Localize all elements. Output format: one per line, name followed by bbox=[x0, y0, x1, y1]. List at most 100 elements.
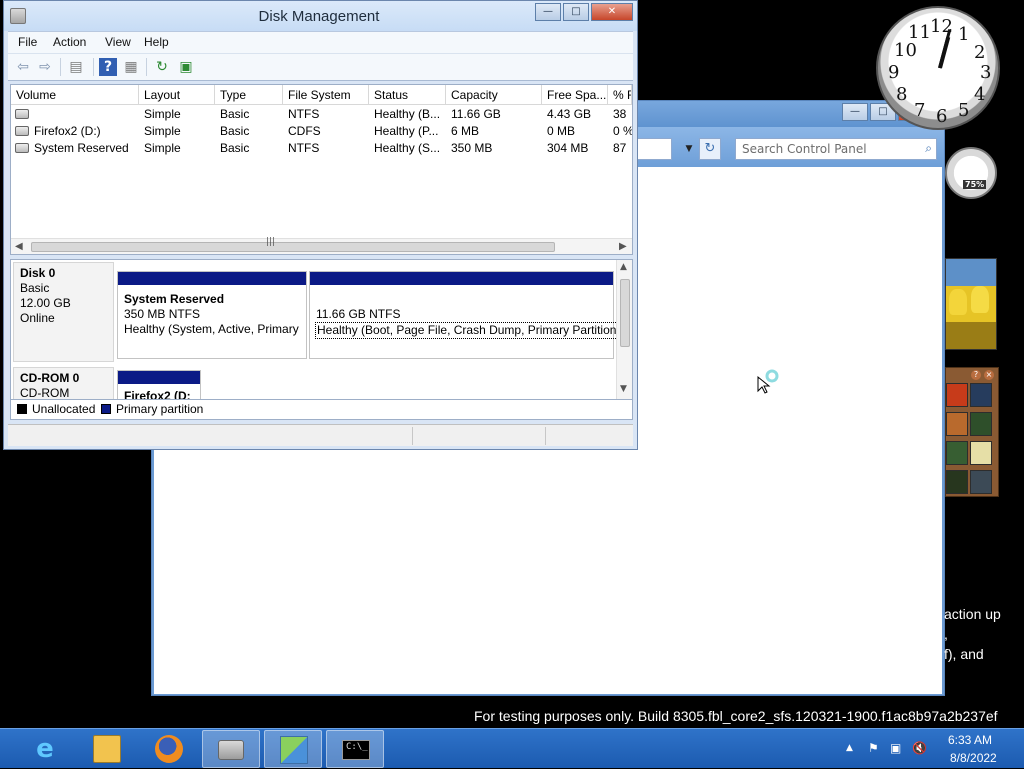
minimize-button[interactable]: — bbox=[842, 103, 868, 121]
disk-management-window: Disk Management — □ ✕ File Action View H… bbox=[3, 0, 638, 450]
refresh-icon[interactable]: ↻ bbox=[699, 138, 721, 160]
table-row[interactable]: Simple Basic NTFS Healthy (B... 11.66 GB… bbox=[11, 106, 632, 123]
close-icon[interactable]: × bbox=[984, 370, 994, 380]
cell-status: Healthy (S... bbox=[374, 141, 441, 155]
column-layout[interactable]: Layout bbox=[139, 85, 215, 105]
puzzle-tile[interactable] bbox=[946, 383, 968, 407]
column-capacity[interactable]: Capacity bbox=[446, 85, 542, 105]
column-percent-free[interactable]: % F bbox=[608, 85, 632, 105]
puzzle-tile[interactable] bbox=[970, 470, 992, 494]
refresh-icon[interactable]: ↻ bbox=[153, 58, 171, 76]
properties-icon[interactable]: ▦ bbox=[122, 58, 140, 76]
partition-firefox2[interactable]: Firefox2 (D: bbox=[117, 370, 201, 399]
volume-drive-icon bbox=[15, 143, 29, 153]
partition-title: System Reserved bbox=[124, 292, 225, 306]
volume-muted-icon[interactable]: 🔇 bbox=[912, 741, 927, 755]
clock-gadget[interactable]: 12 1 2 3 4 5 6 7 8 9 10 11 bbox=[876, 6, 1000, 130]
maximize-button[interactable]: □ bbox=[563, 3, 589, 21]
background-text-line: action up bbox=[944, 606, 1001, 622]
menu-file[interactable]: File bbox=[18, 35, 37, 49]
clock-number: 9 bbox=[888, 62, 900, 83]
vertical-scrollbar[interactable]: ▲ ▼ bbox=[616, 260, 632, 399]
puzzle-tile[interactable] bbox=[946, 412, 968, 436]
taskbar-file-explorer[interactable] bbox=[78, 730, 136, 768]
clock-number: 4 bbox=[974, 84, 986, 105]
control-panel-icon bbox=[280, 736, 308, 764]
column-status[interactable]: Status bbox=[369, 85, 446, 105]
scroll-grip-icon: ||| bbox=[266, 237, 276, 247]
legend-primary-partition: Primary partition bbox=[116, 402, 204, 416]
menu-bar: File Action View Help bbox=[8, 31, 633, 53]
disk-0-label[interactable]: Disk 0 Basic 12.00 GB Online bbox=[13, 262, 114, 362]
action-center-flag-icon[interactable]: ⚑ bbox=[868, 741, 879, 755]
column-volume[interactable]: Volume bbox=[11, 85, 139, 105]
show-hidden-icons-icon[interactable]: ▲ bbox=[846, 743, 853, 753]
volume-list[interactable]: Volume Layout Type File System Status Ca… bbox=[10, 84, 633, 255]
scroll-left-icon[interactable]: ◀ bbox=[15, 241, 23, 252]
help-icon[interactable]: ? bbox=[99, 58, 117, 76]
export-icon[interactable]: ▣ bbox=[177, 58, 195, 76]
unallocated-swatch bbox=[17, 404, 27, 414]
disk-management-icon bbox=[218, 740, 244, 760]
partition-system-reserved[interactable]: System Reserved 350 MB NTFS Healthy (Sys… bbox=[117, 271, 307, 359]
menu-view[interactable]: View bbox=[105, 35, 131, 49]
taskbar-time[interactable]: 6:33 AM bbox=[948, 733, 992, 747]
column-free-space[interactable]: Free Spa... bbox=[542, 85, 608, 105]
scrollbar-thumb[interactable] bbox=[620, 279, 630, 347]
disk-graphical-view[interactable]: Disk 0 Basic 12.00 GB Online System Rese… bbox=[10, 259, 633, 400]
legend: Unallocated Primary partition bbox=[10, 400, 633, 420]
horizontal-scrollbar[interactable]: ◀ ||| ▶ bbox=[11, 237, 632, 254]
scrollbar-thumb[interactable] bbox=[31, 242, 555, 252]
puzzle-tile[interactable] bbox=[970, 441, 992, 465]
partition-c-drive[interactable]: 11.66 GB NTFS Healthy (Boot, Page File, … bbox=[309, 271, 623, 359]
cpu-meter-gadget[interactable]: 75% bbox=[945, 147, 997, 199]
background-text-line: , bbox=[944, 626, 948, 642]
partition-details: 11.66 GB NTFS Healthy (Boot, Page File, … bbox=[315, 292, 623, 339]
cdrom-0-label[interactable]: CD-ROM 0 CD-ROM bbox=[13, 367, 114, 399]
forward-icon[interactable]: ⇨ bbox=[36, 58, 54, 76]
volume-drive-icon bbox=[15, 109, 29, 119]
column-type[interactable]: Type bbox=[215, 85, 283, 105]
disk-state: Online bbox=[20, 311, 55, 325]
console-tree-icon[interactable]: ▤ bbox=[67, 58, 85, 76]
help-icon[interactable]: ? bbox=[971, 370, 981, 380]
minimize-button[interactable]: — bbox=[535, 3, 561, 21]
menu-action[interactable]: Action bbox=[53, 35, 86, 49]
taskbar-date[interactable]: 8/8/2022 bbox=[950, 751, 997, 765]
scroll-up-icon[interactable]: ▲ bbox=[620, 262, 627, 272]
puzzle-tile[interactable] bbox=[970, 383, 992, 407]
search-icon[interactable]: ⌕ bbox=[925, 141, 932, 156]
slideshow-gadget[interactable] bbox=[945, 258, 997, 350]
search-input[interactable]: Search Control Panel ⌕ bbox=[735, 138, 937, 160]
taskbar-firefox[interactable] bbox=[140, 730, 198, 768]
address-dropdown-icon[interactable]: ▼ bbox=[682, 139, 696, 159]
scroll-right-icon[interactable]: ▶ bbox=[619, 241, 627, 252]
column-file-system[interactable]: File System bbox=[283, 85, 369, 105]
network-icon[interactable]: ▣ bbox=[890, 741, 901, 755]
taskbar-command-prompt[interactable]: C:\_ bbox=[326, 730, 384, 768]
clock-number: 5 bbox=[958, 100, 970, 121]
cell-volume: System Reserved bbox=[34, 141, 129, 155]
disk-name: CD-ROM 0 bbox=[20, 371, 80, 385]
taskbar-internet-explorer[interactable]: e bbox=[16, 730, 74, 768]
close-button[interactable]: ✕ bbox=[591, 3, 633, 21]
busy-cursor-icon bbox=[757, 369, 779, 394]
puzzle-tile[interactable] bbox=[970, 412, 992, 436]
primary-partition-bar bbox=[118, 371, 200, 384]
puzzle-tile[interactable] bbox=[946, 470, 968, 494]
cell-status: Healthy (B... bbox=[374, 107, 441, 121]
table-row[interactable]: Firefox2 (D:) Simple Basic CDFS Healthy … bbox=[11, 123, 632, 140]
disk-management-app-icon[interactable] bbox=[10, 8, 26, 24]
table-row[interactable]: System Reserved Simple Basic NTFS Health… bbox=[11, 140, 632, 157]
menu-help[interactable]: Help bbox=[144, 35, 169, 49]
cell-file-system: NTFS bbox=[288, 107, 320, 121]
picture-puzzle-gadget[interactable]: ? × bbox=[945, 367, 999, 497]
taskbar-disk-management[interactable] bbox=[202, 730, 260, 768]
scroll-down-icon[interactable]: ▼ bbox=[620, 384, 627, 394]
back-icon[interactable]: ⇦ bbox=[14, 58, 32, 76]
cell-file-system: NTFS bbox=[288, 141, 320, 155]
cell-layout: Simple bbox=[144, 107, 181, 121]
taskbar-control-panel[interactable] bbox=[264, 730, 322, 768]
puzzle-tile[interactable] bbox=[946, 441, 968, 465]
primary-partition-bar bbox=[310, 272, 613, 285]
